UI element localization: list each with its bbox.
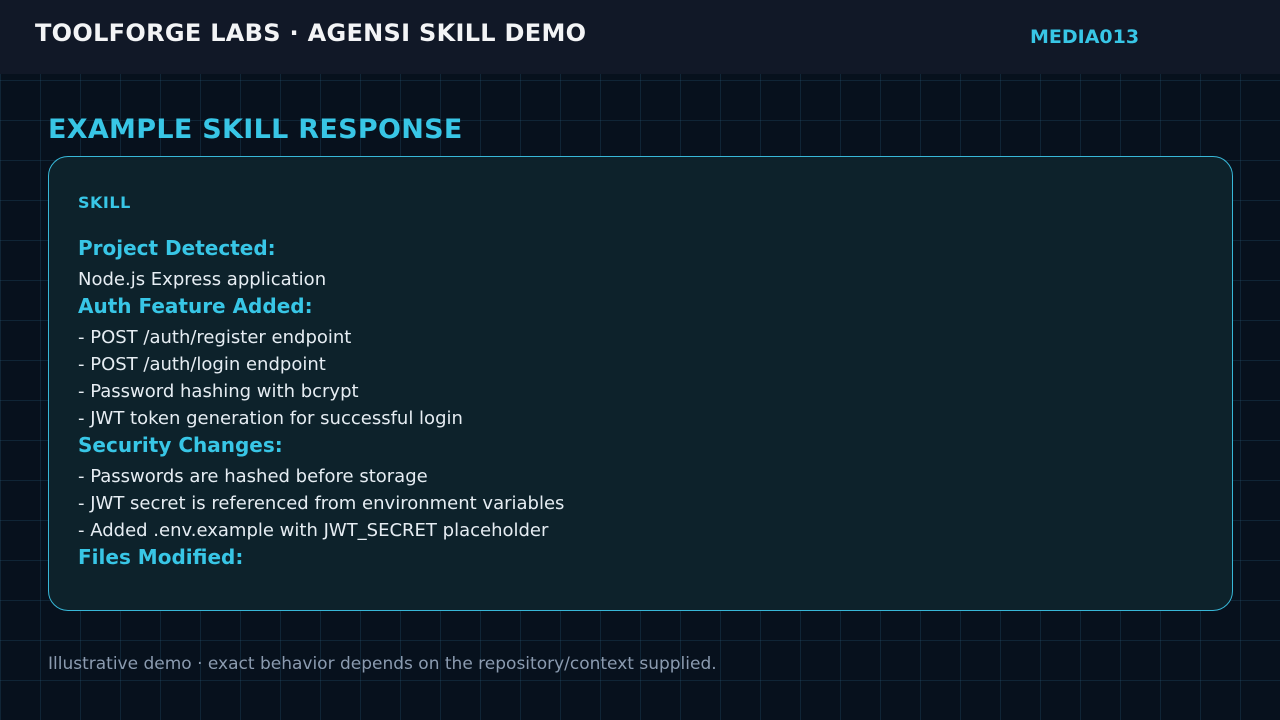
response-line: - POST /auth/register endpoint (78, 327, 352, 348)
response-line: - Password hashing with bcrypt (78, 381, 359, 402)
brand-title: TOOLFORGE LABS · AGENSI SKILL DEMO (35, 19, 587, 47)
top-header-bar: TOOLFORGE LABS · AGENSI SKILL DEMO MEDIA… (0, 0, 1280, 74)
response-line: - Passwords are hashed before storage (78, 466, 428, 487)
page-title: EXAMPLE SKILL RESPONSE (48, 114, 463, 145)
media-id-label: MEDIA013 (1030, 26, 1140, 48)
skill-response-body: Project Detected: Node.js Express applic… (78, 235, 1198, 575)
section-heading-security-changes: Security Changes: (78, 433, 283, 457)
skill-response-card: SKILL Project Detected: Node.js Express … (48, 156, 1233, 611)
response-line: - JWT token generation for successful lo… (78, 408, 463, 429)
footer-disclaimer: Illustrative demo · exact behavior depen… (48, 654, 717, 674)
section-heading-project-detected: Project Detected: (78, 236, 276, 260)
response-line: Node.js Express application (78, 269, 327, 290)
section-heading-auth-feature-added: Auth Feature Added: (78, 294, 313, 318)
card-label: SKILL (78, 193, 131, 212)
response-line: - JWT secret is referenced from environm… (78, 493, 565, 514)
section-heading-files-modified: Files Modified: (78, 545, 244, 569)
response-line: - POST /auth/login endpoint (78, 354, 326, 375)
response-line: - Added .env.example with JWT_SECRET pla… (78, 520, 549, 541)
